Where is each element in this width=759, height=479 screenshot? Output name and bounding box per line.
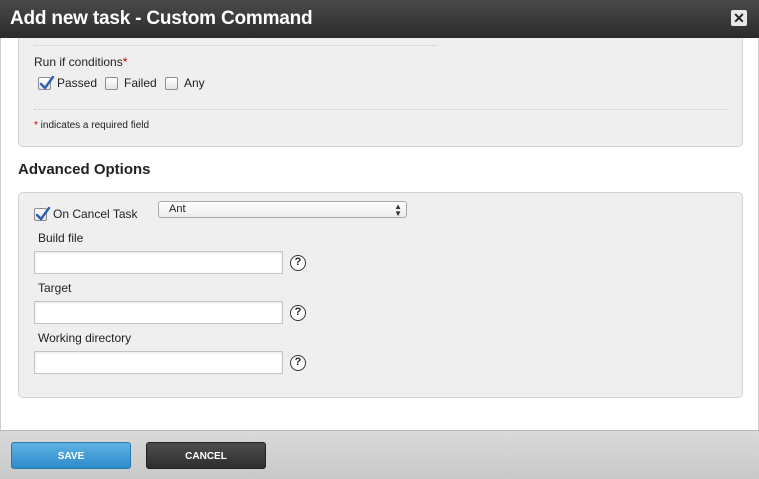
cancel-button[interactable]: CANCEL — [146, 442, 266, 469]
failed-checkbox[interactable] — [105, 76, 118, 90]
target-label: Target — [38, 281, 72, 295]
condition-passed-option[interactable]: Passed — [38, 75, 98, 90]
checkmark-icon — [39, 75, 55, 90]
condition-any-option[interactable]: Any — [165, 76, 205, 90]
conditions-panel: Run if conditions* Passed Failed Any * i… — [18, 38, 743, 147]
condition-failed-option[interactable]: Failed — [105, 76, 157, 90]
build-file-input[interactable] — [34, 251, 283, 274]
target-help-icon[interactable]: ? — [290, 305, 306, 321]
dialog-titlebar: Add new task - Custom Command ✕ — [0, 0, 759, 38]
divider — [34, 109, 728, 110]
save-button[interactable]: SAVE — [11, 442, 131, 469]
passed-checkbox[interactable] — [38, 75, 55, 90]
passed-label: Passed — [57, 76, 98, 90]
failed-label: Failed — [124, 76, 157, 90]
any-label: Any — [184, 76, 205, 90]
divider — [34, 45, 437, 46]
select-value: Ant — [169, 203, 186, 215]
build-file-label: Build file — [38, 231, 84, 245]
target-input[interactable] — [34, 301, 283, 324]
checkmark-icon — [35, 206, 51, 221]
dialog-title: Add new task - Custom Command — [10, 8, 313, 29]
close-icon: ✕ — [733, 10, 745, 26]
advanced-options-heading: Advanced Options — [18, 161, 151, 178]
on-cancel-task-label: On Cancel Task — [53, 207, 138, 221]
advanced-options-panel: On Cancel Task Ant ▲ ▼ Build file ? Targe… — [18, 192, 743, 398]
build-file-help-icon[interactable]: ? — [290, 255, 306, 271]
close-button[interactable]: ✕ — [731, 10, 747, 26]
working-directory-label: Working directory — [38, 331, 132, 345]
required-marker: * — [122, 55, 128, 69]
working-directory-help-icon[interactable]: ? — [290, 355, 306, 371]
dialog-footer: SAVE CANCEL — [0, 430, 759, 479]
required-note: * indicates a required field — [34, 120, 150, 131]
any-checkbox[interactable] — [165, 76, 178, 90]
cancel-task-type-select[interactable]: Ant ▲ ▼ — [158, 201, 407, 218]
run-if-conditions-label: Run if conditions* — [34, 55, 128, 69]
working-directory-input[interactable] — [34, 351, 283, 374]
on-cancel-task-option[interactable]: On Cancel Task — [34, 206, 138, 221]
dialog-content: Run if conditions* Passed Failed Any * i… — [0, 38, 759, 430]
select-arrows-icon: ▲ ▼ — [394, 202, 402, 218]
on-cancel-task-checkbox[interactable] — [34, 206, 51, 221]
